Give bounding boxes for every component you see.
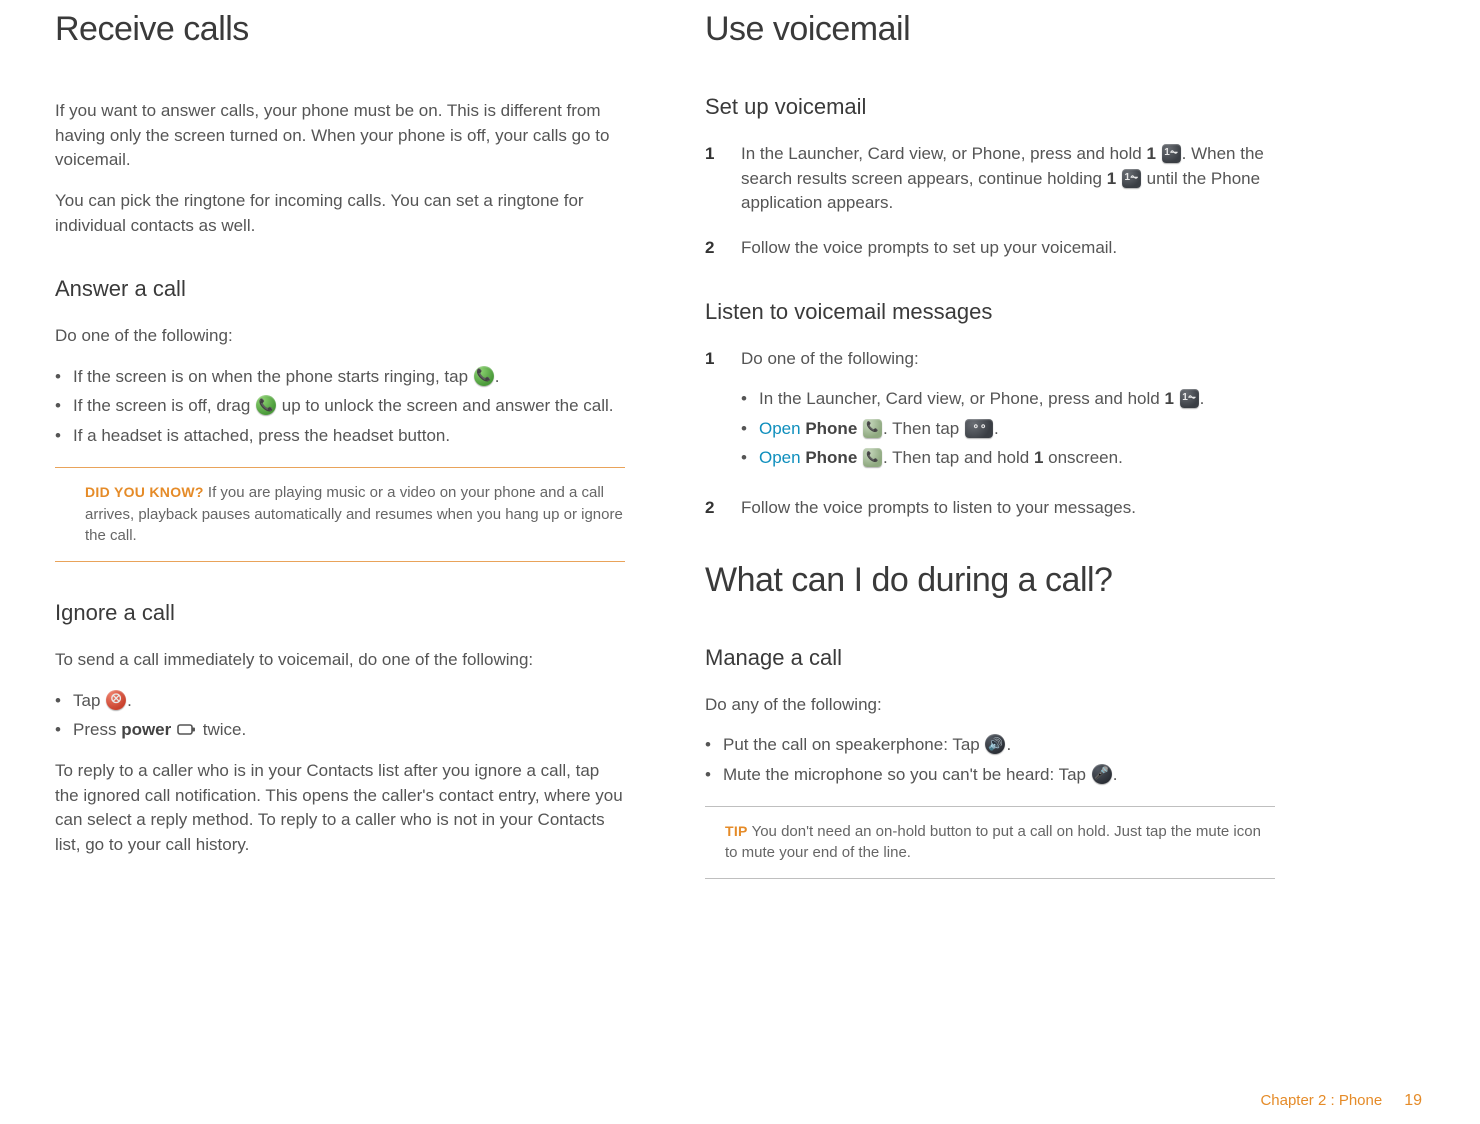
mute-icon: 🎤 [1092,764,1112,784]
step-item: 2 Follow the voice prompts to set up you… [705,236,1275,261]
step-item: 2 Follow the voice prompts to listen to … [705,496,1275,521]
step-item: 1 In the Launcher, Card view, or Phone, … [705,142,1275,216]
callout-body: You don't need an on-hold button to put … [725,823,1261,862]
heading-ignore-call: Ignore a call [55,600,625,626]
callout-label: DID YOU KNOW? [85,484,204,500]
step-number: 2 [705,496,741,521]
heading-manage-call: Manage a call [705,645,1275,671]
text: . [127,691,132,710]
key-1: 1 [1107,169,1116,188]
text: Do one of the following: [741,349,919,368]
phone-app-icon: 📞 [863,419,882,438]
speakerphone-icon: 🔊 [985,734,1005,754]
text: Tap [73,691,105,710]
listen-bullet-list: In the Launcher, Card view, or Phone, pr… [741,387,1275,471]
phone-label: Phone [805,448,857,467]
text: Put the call on speakerphone: Tap [723,735,984,754]
callout-label: TIP [725,823,748,839]
voicemail-key-icon: 1⏦ [1180,389,1199,408]
heading-listen-voicemail: Listen to voicemail messages [705,299,1275,325]
intro-paragraph-2: You can pick the ringtone for incoming c… [55,189,625,238]
phone-label: Phone [805,419,857,438]
key-1: 1 [1146,144,1155,163]
step-body: Follow the voice prompts to listen to yo… [741,496,1275,521]
text: . [1200,389,1205,408]
text: Press [73,720,121,739]
answer-bullet-list: If the screen is on when the phone start… [55,365,625,449]
text: In the Launcher, Card view, or Phone, pr… [759,389,1164,408]
phone-app-icon: 📞 [863,448,882,467]
right-column: Use voicemail Set up voicemail 1 In the … [680,0,1300,907]
text: . [994,419,999,438]
list-item: Put the call on speakerphone: Tap 🔊. [705,733,1275,758]
left-column: Receive calls If you want to answer call… [30,0,650,907]
key-1: 1 [1164,389,1173,408]
list-item: In the Launcher, Card view, or Phone, pr… [741,387,1275,412]
list-item: Open Phone 📞. Then tap ⚬⚬. [741,417,1275,442]
text: . [1006,735,1011,754]
page-footer: Chapter 2 : Phone 19 [1260,1092,1422,1110]
text: If the screen is off, drag [73,396,255,415]
text: . Then tap and hold [883,448,1034,467]
step-body: Follow the voice prompts to set up your … [741,236,1275,261]
power-icon [177,720,197,736]
text: If the screen is on when the phone start… [73,367,473,386]
manage-bullet-list: Put the call on speakerphone: Tap 🔊. Mut… [705,733,1275,787]
heading-answer-call: Answer a call [55,276,625,302]
step-item: 1 Do one of the following: In the Launch… [705,347,1275,477]
manage-lead: Do any of the following: [705,693,1275,718]
step-number: 1 [705,142,741,216]
tip-callout: TIP You don't need an on-hold button to … [705,806,1275,880]
step-body: In the Launcher, Card view, or Phone, pr… [741,142,1275,216]
list-item: Tap ⨂. [55,689,625,714]
page-number: 19 [1404,1092,1422,1110]
list-item: If a headset is attached, press the head… [55,424,625,449]
did-you-know-callout: DID YOU KNOW? If you are playing music o… [55,467,625,562]
answer-lead: Do one of the following: [55,324,625,349]
heading-receive-calls: Receive calls [55,10,625,49]
listen-steps: 1 Do one of the following: In the Launch… [705,347,1275,521]
key-1: 1 [1034,448,1043,467]
ignore-paragraph: To reply to a caller who is in your Cont… [55,759,625,858]
heading-use-voicemail: Use voicemail [705,10,1275,49]
text: Mute the microphone so you can't be hear… [723,765,1091,784]
heading-during-call: What can I do during a call? [705,561,1275,600]
text: In the Launcher, Card view, or Phone, pr… [741,144,1146,163]
text: . [495,367,500,386]
text: . Then tap [883,419,964,438]
text: twice. [203,720,246,739]
step-number: 2 [705,236,741,261]
ignore-bullet-list: Tap ⨂. Press power twice. [55,689,625,743]
list-item: If the screen is off, drag 📞 up to unloc… [55,394,625,419]
decline-icon: ⨂ [106,690,126,710]
voicemail-key-icon: 1⏦ [1122,169,1141,188]
intro-paragraph-1: If you want to answer calls, your phone … [55,99,625,173]
list-item: If the screen is on when the phone start… [55,365,625,390]
answer-icon: 📞 [474,366,494,386]
drag-answer-icon: 📞 [256,395,276,415]
list-item: Open Phone 📞. Then tap and hold 1 onscre… [741,446,1275,471]
heading-setup-voicemail: Set up voicemail [705,94,1275,120]
voicemail-key-icon: 1⏦ [1162,144,1181,163]
open-link[interactable]: Open [759,448,801,467]
voicemail-tape-icon: ⚬⚬ [965,419,993,438]
step-number: 1 [705,347,741,477]
chapter-label: Chapter 2 : Phone [1260,1092,1382,1109]
ignore-lead: To send a call immediately to voicemail,… [55,648,625,673]
list-item: Mute the microphone so you can't be hear… [705,763,1275,788]
step-body: Do one of the following: In the Launcher… [741,347,1275,477]
open-link[interactable]: Open [759,419,801,438]
text: up to unlock the screen and answer the c… [282,396,614,415]
list-item: Press power twice. [55,718,625,743]
power-label: power [121,720,171,739]
text: onscreen. [1048,448,1123,467]
text: . [1113,765,1118,784]
setup-steps: 1 In the Launcher, Card view, or Phone, … [705,142,1275,261]
